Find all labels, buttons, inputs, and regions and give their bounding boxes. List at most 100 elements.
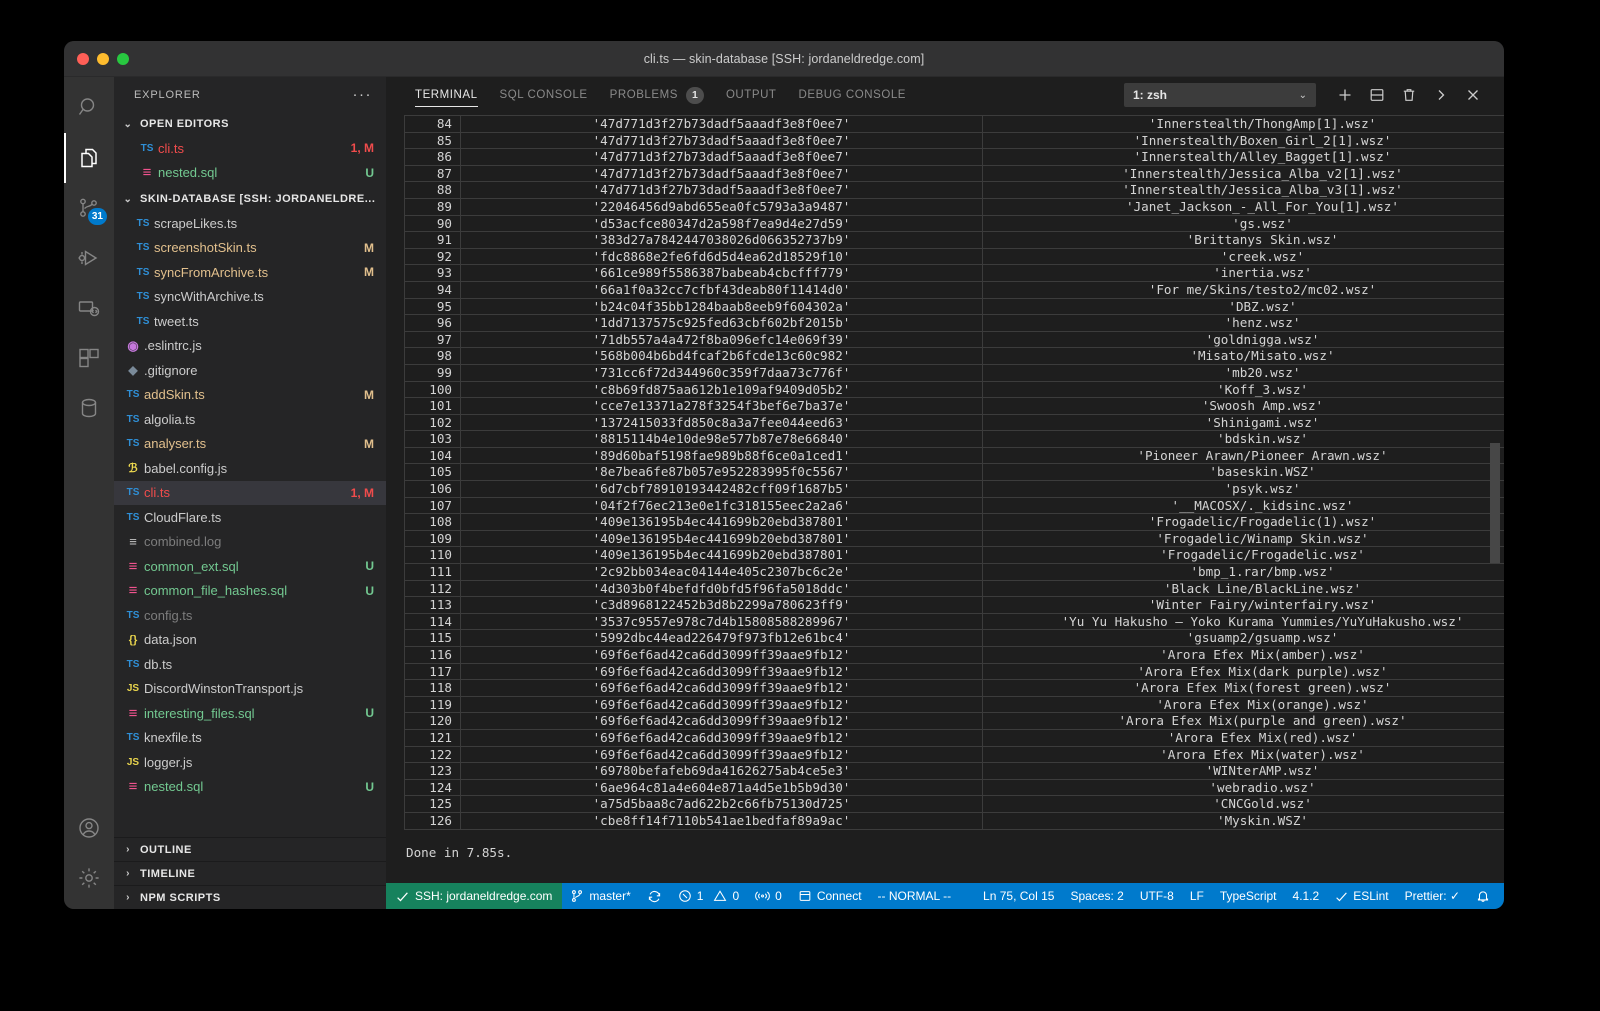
file-tree-item[interactable]: TS screenshotSkin.ts M — [114, 236, 386, 261]
status-cursor-position[interactable]: Ln 75, Col 15 — [975, 883, 1062, 909]
status-sync[interactable] — [639, 883, 670, 909]
terminal-row-hash: '4d303b0f4befdfd0bfd5f96fa5018ddc' — [460, 579, 983, 598]
file-tree-item[interactable]: ◆ .gitignore — [114, 358, 386, 383]
file-tree-item[interactable]: TS syncFromArchive.ts M — [114, 260, 386, 285]
file-tree-item[interactable]: JS DiscordWinstonTransport.js — [114, 677, 386, 702]
close-window-button[interactable] — [77, 52, 89, 65]
terminal-row-file: 'Shinigami.wsz' — [982, 413, 1504, 432]
status-eol-label: LF — [1189, 889, 1204, 903]
status-branch[interactable]: master* — [562, 883, 638, 909]
file-tree-item[interactable]: ≡ nested.sql U — [114, 775, 386, 800]
run-and-debug-icon[interactable] — [64, 233, 114, 283]
account-icon[interactable] — [64, 803, 114, 853]
source-control-icon[interactable]: 31 — [64, 183, 114, 233]
terminal-row-file: 'Janet_Jackson_-_All_For_You[1].wsz' — [982, 197, 1504, 216]
file-tree-item[interactable]: ◉ .eslintrc.js — [114, 334, 386, 359]
terminal-output[interactable]: 84'47d771d3f27b73dadf5aaadf3e8f0ee7' 'Inn… — [386, 113, 1504, 883]
tab-output[interactable]: OUTPUT — [715, 77, 788, 113]
status-notifications[interactable] — [1468, 883, 1504, 909]
status-eslint[interactable]: ESLint — [1327, 883, 1396, 909]
status-typescript-version[interactable]: 4.1.2 — [1285, 883, 1328, 909]
json-file-icon: {} — [128, 633, 138, 646]
file-name: interesting_files.sql — [144, 705, 255, 721]
tab-terminal[interactable]: TERMINAL — [404, 77, 489, 113]
section-workspace[interactable]: ⌄ SKIN-DATABASE [SSH: JORDANELDRE... — [114, 187, 386, 211]
tab-problems[interactable]: PROBLEMS 1 — [599, 77, 715, 113]
file-tree-item[interactable]: TS syncWithArchive.ts — [114, 285, 386, 310]
settings-gear-icon[interactable] — [64, 853, 114, 903]
file-tree-item[interactable]: TS knexfile.ts — [114, 726, 386, 751]
tab-sql-console[interactable]: SQL CONSOLE — [489, 77, 599, 113]
panel-area: TERMINAL SQL CONSOLE PROBLEMS 1 OUTPUT D… — [386, 77, 1504, 909]
terminal-row-file: 'Frogadelic/Winamp Skin.wsz' — [982, 529, 1504, 548]
maximize-panel-icon[interactable] — [1426, 80, 1456, 110]
status-eol[interactable]: LF — [1182, 883, 1212, 909]
file-tree-item[interactable]: TS scrapeLikes.ts — [114, 211, 386, 236]
terminal-row-index: 118 — [404, 679, 461, 697]
terminal-table-row: 118'69f6ef6ad42ca6dd3099ff39aae9fb12' 'Ar… — [404, 679, 1504, 697]
section-timeline[interactable]: › TIMELINE — [114, 861, 386, 885]
remote-explorer-icon[interactable] — [64, 283, 114, 333]
vscode-window: cli.ts — skin-database [SSH: jordaneldre… — [64, 41, 1504, 909]
file-tree-item[interactable]: ≡ common_ext.sql U — [114, 554, 386, 579]
search-icon[interactable] — [64, 83, 114, 133]
file-tree-item[interactable]: TS addSkin.ts M — [114, 383, 386, 408]
file-tree-item[interactable]: TS cli.ts 1, M — [114, 480, 386, 505]
terminal-row-hash: '69f6ef6ad42ca6dd3099ff39aae9fb12' — [460, 646, 983, 664]
file-status-badge: U — [365, 165, 374, 180]
file-name: screenshotSkin.ts — [154, 240, 257, 256]
file-tree-item[interactable]: ≡ common_file_hashes.sql U — [114, 579, 386, 604]
file-tree-item[interactable]: TS config.ts — [114, 603, 386, 628]
file-name: logger.js — [144, 754, 193, 770]
terminal-row-hash: '69780befafeb69da41626275ab4ce5e3' — [460, 762, 983, 780]
file-tree-item[interactable]: ≡ combined.log — [114, 530, 386, 555]
database-icon[interactable] — [64, 383, 114, 433]
file-tree-item[interactable]: TS tweet.ts — [114, 309, 386, 334]
status-language-mode[interactable]: TypeScript — [1212, 883, 1285, 909]
tab-debug-console-label: DEBUG CONSOLE — [798, 89, 906, 101]
new-terminal-icon[interactable] — [1330, 80, 1360, 110]
terminal-row-hash: '69f6ef6ad42ca6dd3099ff39aae9fb12' — [460, 695, 983, 714]
section-npm-scripts[interactable]: › NPM SCRIPTS — [114, 885, 386, 909]
terminal-row-hash: 'c8b69fd875aa612b1e109af9409d05b2' — [460, 380, 983, 399]
status-indentation[interactable]: Spaces: 2 — [1062, 883, 1131, 909]
status-problems[interactable]: 1 0 — [670, 883, 747, 909]
section-outline[interactable]: › OUTLINE — [114, 837, 386, 861]
file-tree-item[interactable]: TS db.ts — [114, 652, 386, 677]
file-tree-item[interactable]: TS analyser.ts M — [114, 432, 386, 457]
file-tree-item[interactable]: TS algolia.ts — [114, 407, 386, 432]
file-tree-item[interactable]: JS logger.js — [114, 750, 386, 775]
terminal-row-hash: '69f6ef6ad42ca6dd3099ff39aae9fb12' — [460, 745, 983, 764]
section-open-editors[interactable]: ⌄ OPEN EDITORS — [114, 112, 386, 136]
tab-debug-console[interactable]: DEBUG CONSOLE — [788, 77, 917, 113]
screen: cli.ts — skin-database [SSH: jordaneldre… — [0, 0, 1600, 1011]
file-tree-item[interactable]: {} data.json — [114, 628, 386, 653]
status-encoding[interactable]: UTF-8 — [1132, 883, 1182, 909]
open-editor-item[interactable]: ≡ nested.sql U — [114, 161, 386, 186]
chevron-right-icon: › — [126, 892, 130, 903]
terminal-row-file: 'Misato/Misato.wsz' — [982, 347, 1504, 365]
ts-file-icon: TS — [136, 242, 150, 254]
explorer-header: EXPLORER ··· — [114, 77, 386, 112]
status-connect[interactable]: Connect — [790, 883, 870, 909]
kill-terminal-icon[interactable] — [1394, 80, 1424, 110]
status-remote-indicator[interactable]: SSH: jordaneldredge.com — [386, 883, 563, 909]
explorer-icon[interactable] — [64, 133, 114, 183]
file-status-badge: M — [364, 240, 374, 255]
status-prettier[interactable]: Prettier: ✓ — [1397, 883, 1468, 909]
terminal-scrollbar[interactable] — [1490, 443, 1500, 563]
status-ports[interactable]: 0 — [747, 883, 790, 909]
file-tree-item[interactable]: ≡ interesting_files.sql U — [114, 701, 386, 726]
terminal-row-index: 113 — [404, 596, 461, 614]
terminal-selector-dropdown[interactable]: 1: zsh ⌄ — [1124, 83, 1316, 107]
file-tree-item[interactable]: TS CloudFlare.ts — [114, 505, 386, 530]
open-editor-item[interactable]: TS cli.ts 1, M — [114, 136, 386, 161]
file-tree-item[interactable]: ℬbabel.config.js — [114, 456, 386, 481]
zoom-window-button[interactable] — [117, 52, 129, 65]
split-terminal-icon[interactable] — [1362, 80, 1392, 110]
close-panel-icon[interactable] — [1458, 80, 1488, 110]
terminal-table-row: 95'b24c04f35bb1284baab8eeb9f604302a' 'DBZ… — [404, 297, 1504, 316]
minimize-window-button[interactable] — [97, 52, 109, 65]
extensions-icon[interactable] — [64, 333, 114, 383]
explorer-more-actions-icon[interactable]: ··· — [353, 87, 373, 102]
